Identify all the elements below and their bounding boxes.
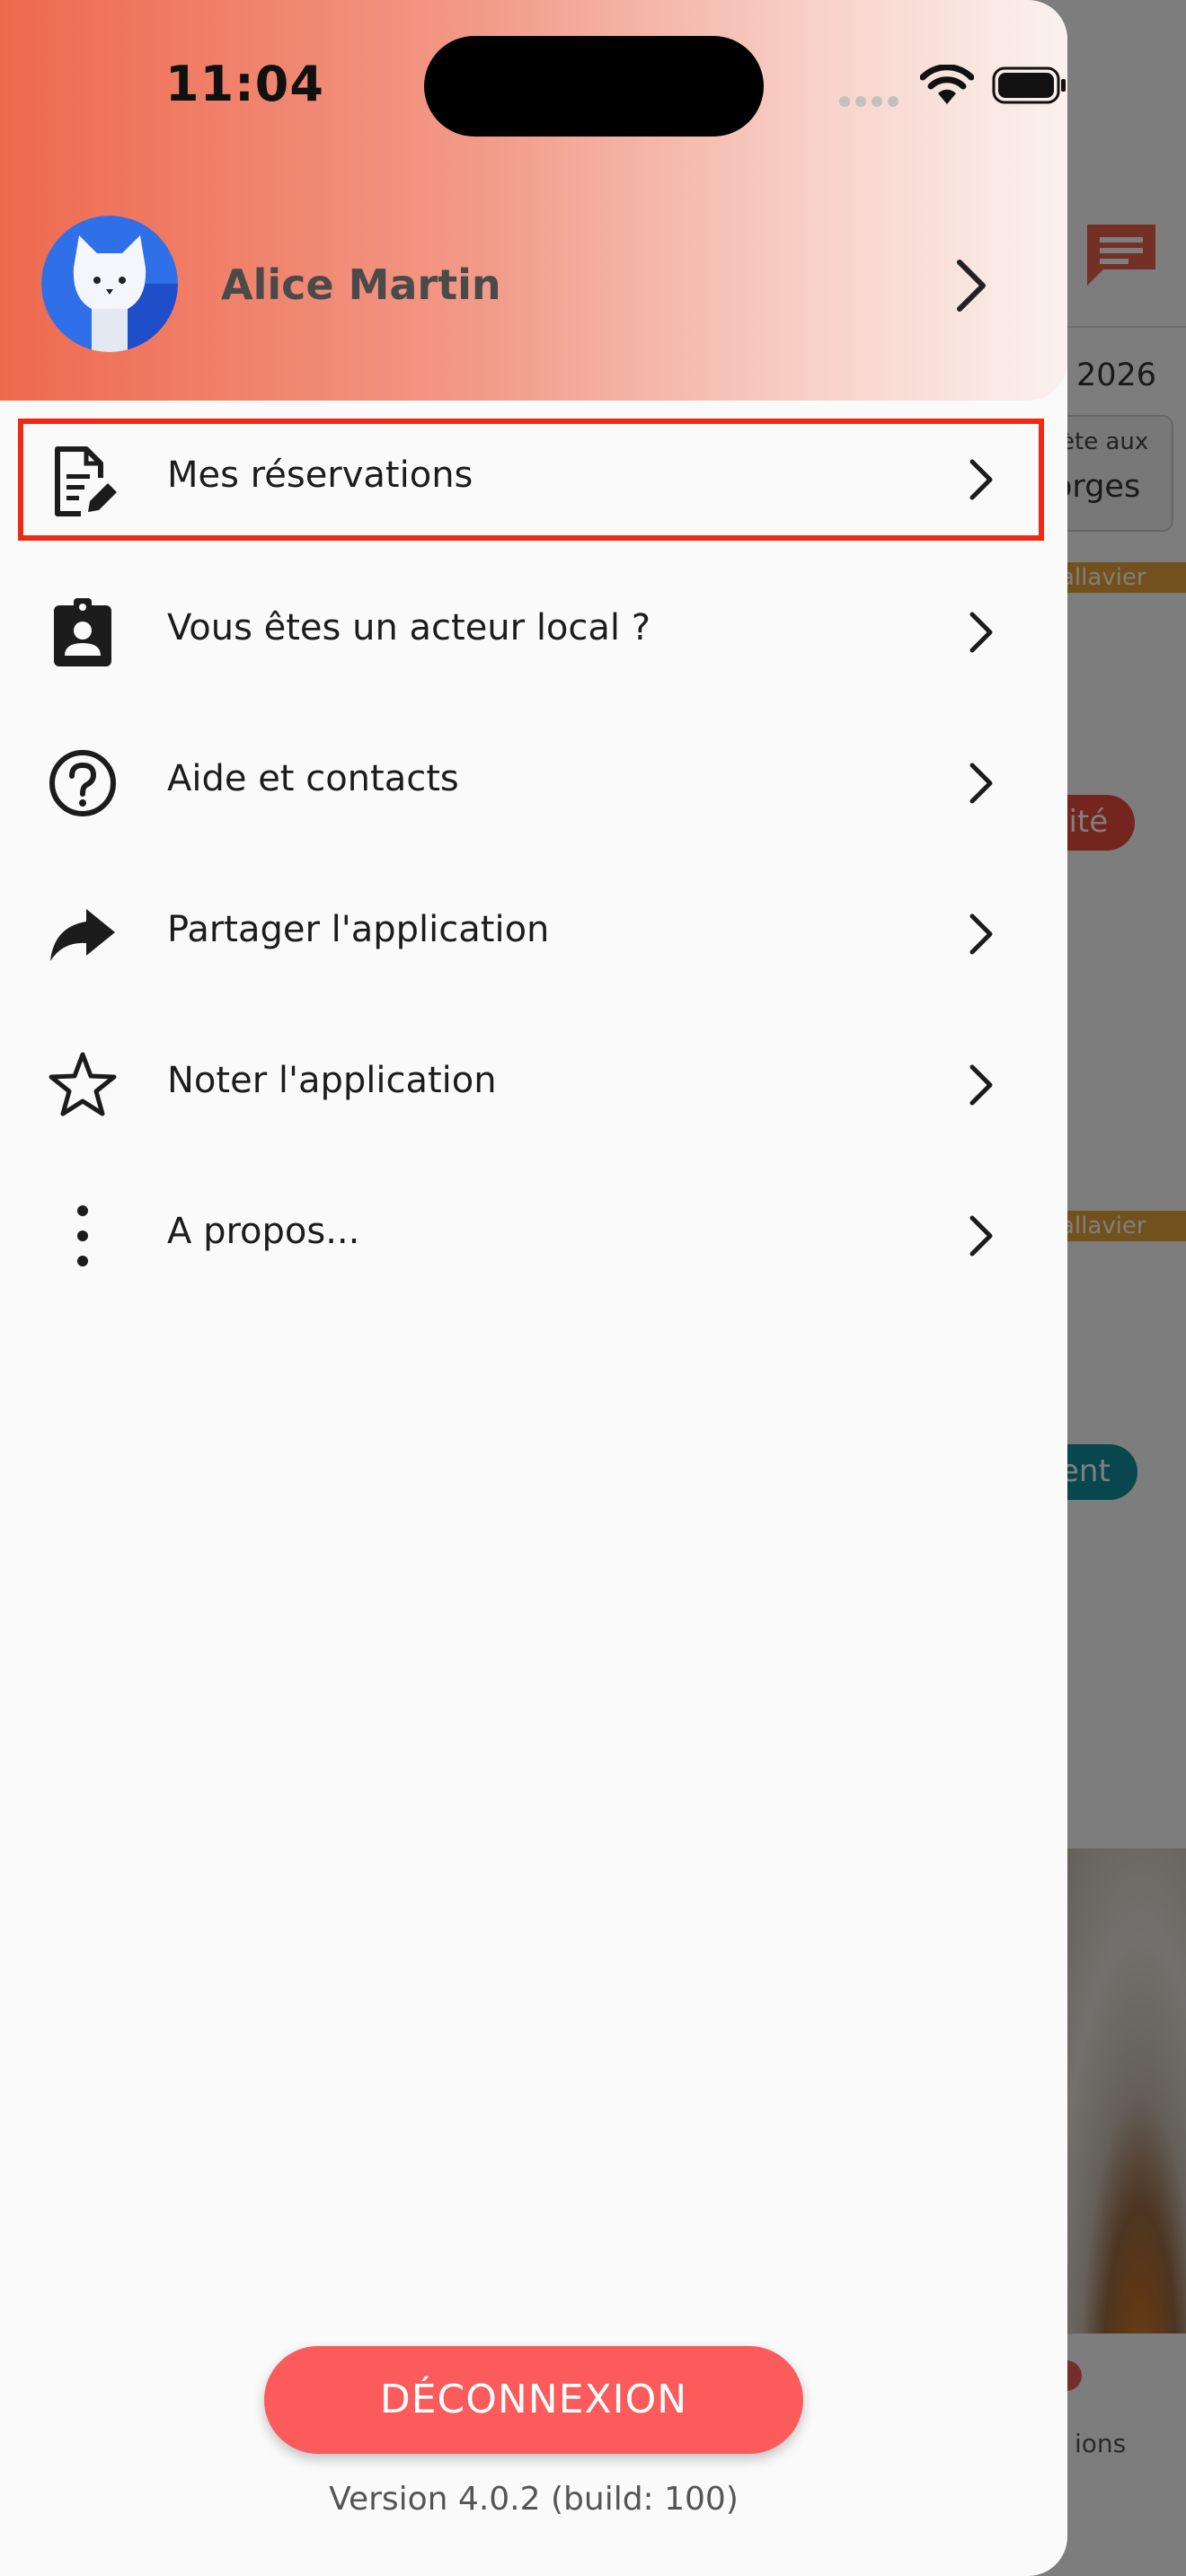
wifi-icon bbox=[920, 65, 974, 104]
menu-item-label: A propos... bbox=[167, 1211, 360, 1252]
battery-icon bbox=[992, 66, 1066, 104]
dynamic-island bbox=[424, 36, 764, 137]
user-name: Alice Martin bbox=[221, 260, 501, 309]
menu-item-reservations[interactable]: Mes réservations bbox=[18, 419, 1044, 541]
menu-item-label: Vous êtes un acteur local ? bbox=[167, 607, 651, 648]
menu-item-label: Partager l'application bbox=[167, 909, 550, 950]
menu-item-label: Noter l'application bbox=[167, 1060, 497, 1101]
menu-item-share[interactable]: Partager l'application bbox=[0, 857, 1067, 1008]
badge-id-icon bbox=[54, 598, 111, 666]
chevron-right-icon bbox=[969, 612, 993, 653]
more-vertical-icon bbox=[77, 1205, 88, 1266]
menu-item-rate[interactable]: Noter l'application bbox=[0, 1008, 1067, 1159]
share-arrow-icon bbox=[50, 909, 115, 961]
help-circle-icon bbox=[49, 750, 116, 816]
signal-dots-icon bbox=[839, 93, 904, 110]
document-edit-icon bbox=[55, 446, 117, 516]
chevron-right-icon bbox=[969, 763, 993, 804]
menu-item-help[interactable]: Aide et contacts bbox=[0, 706, 1067, 857]
navigation-drawer: 11:04 Alice Martin Mes réservations Vous… bbox=[0, 0, 1067, 2576]
chevron-right-icon[interactable] bbox=[949, 255, 994, 316]
star-outline-icon bbox=[49, 1052, 117, 1116]
menu-item-about[interactable]: A propos... bbox=[0, 1159, 1067, 1310]
version-text: Version 4.0.2 (build: 100) bbox=[329, 2481, 739, 2518]
chevron-right-icon bbox=[969, 1064, 993, 1106]
chevron-right-icon bbox=[969, 913, 993, 955]
menu-item-local-actor[interactable]: Vous êtes un acteur local ? bbox=[0, 555, 1067, 706]
logout-button[interactable]: DÉCONNEXION bbox=[264, 2346, 803, 2454]
chevron-right-icon bbox=[969, 459, 993, 500]
cat-avatar-icon bbox=[41, 216, 178, 352]
menu-item-label: Mes réservations bbox=[167, 454, 474, 496]
status-time: 11:04 bbox=[165, 56, 324, 112]
chevron-right-icon bbox=[969, 1215, 993, 1257]
menu-item-label: Aide et contacts bbox=[167, 758, 459, 799]
